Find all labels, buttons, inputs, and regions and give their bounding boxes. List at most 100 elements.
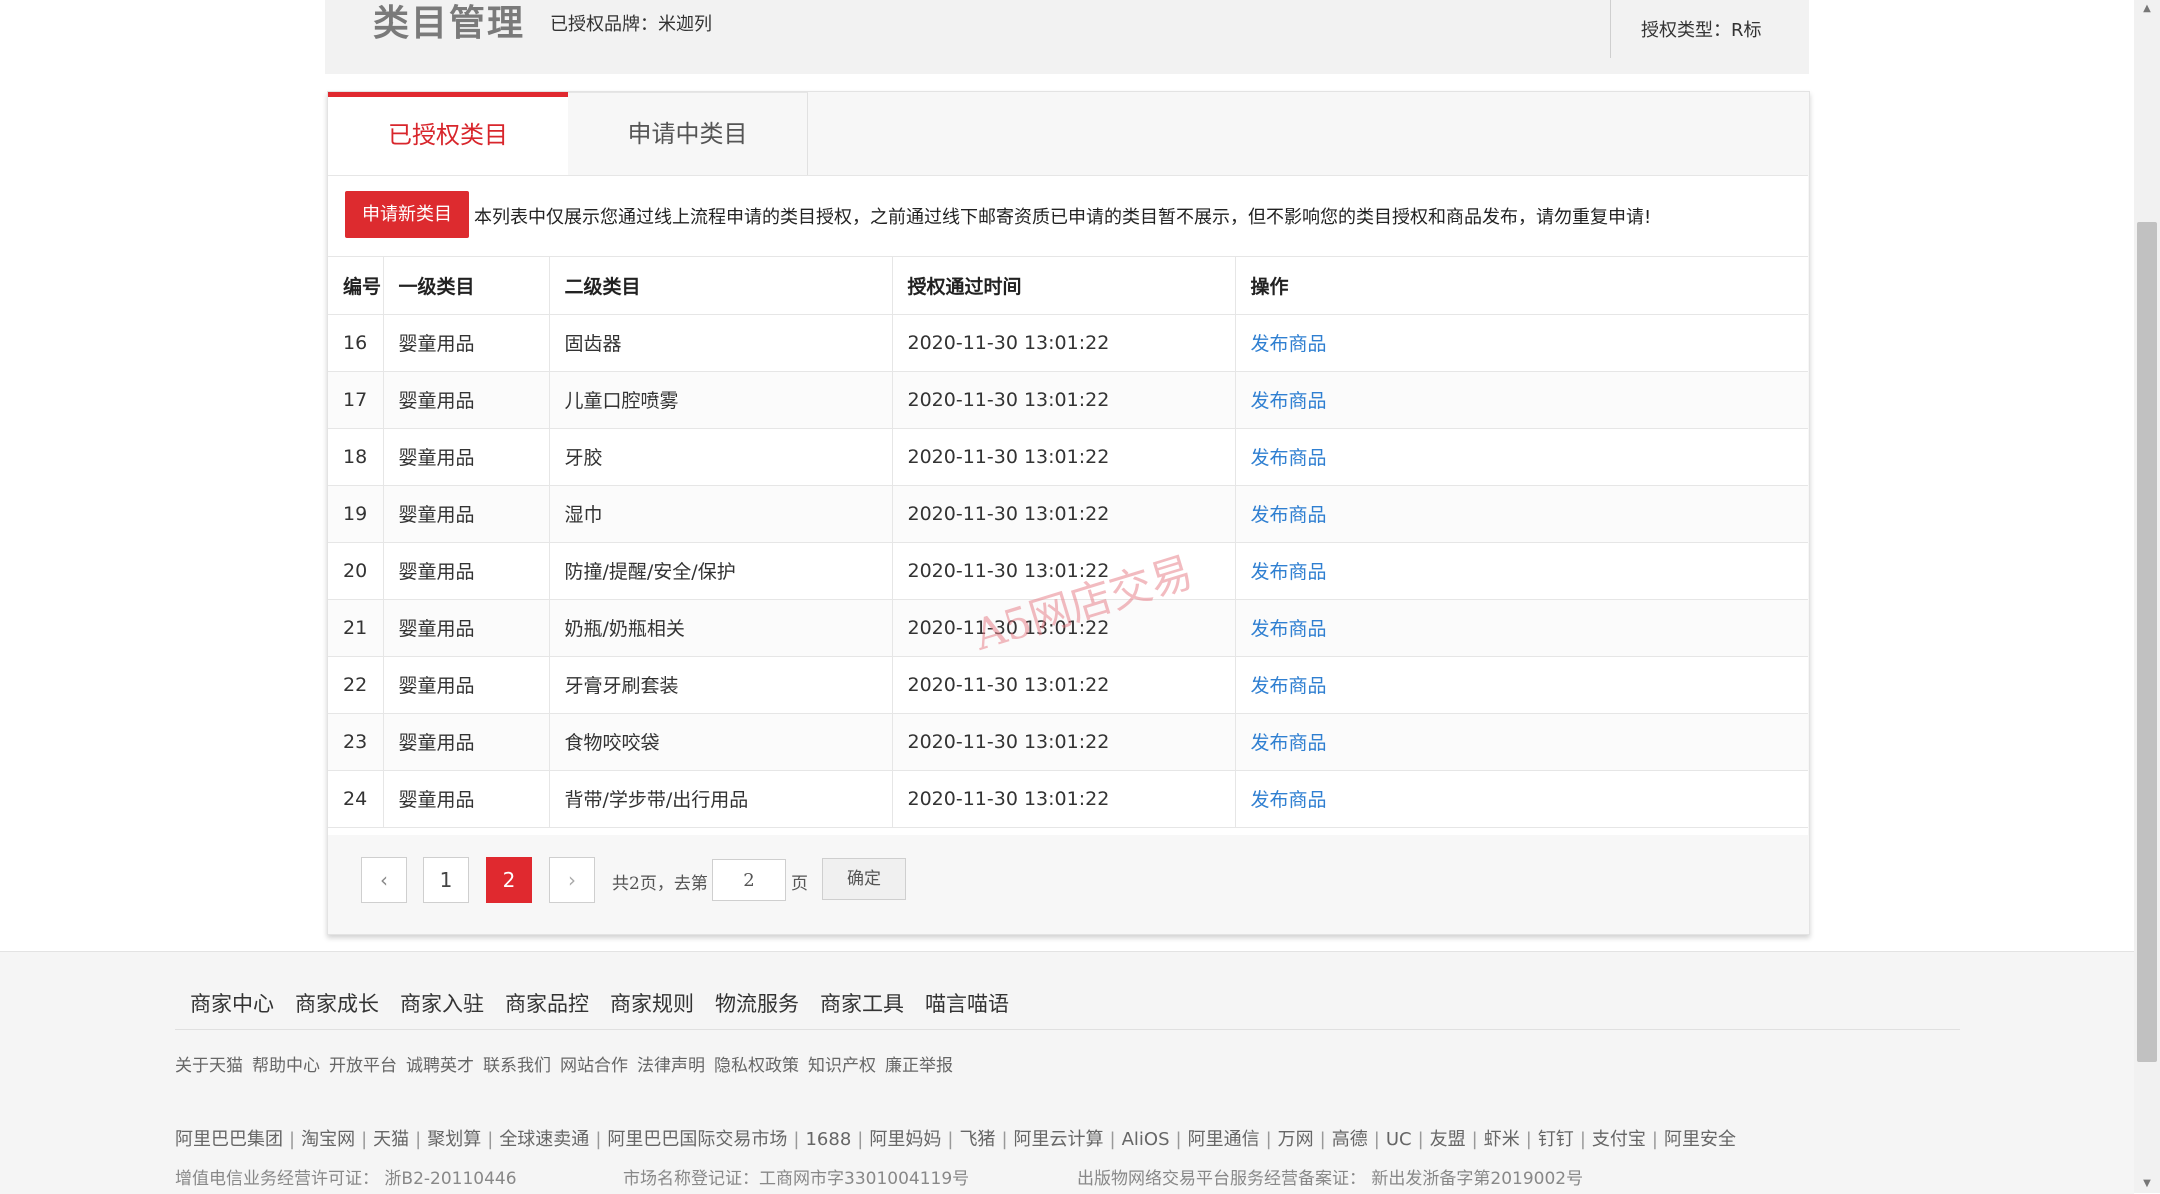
row-action-cell: 发布商品 xyxy=(1235,713,1808,771)
footer-license-publication: 出版物网络交易平台服务经营备案证： 新出发浙备字第2019002号 xyxy=(1077,1169,1584,1189)
footer-group-link[interactable]: 飞猪 xyxy=(959,1129,995,1150)
footer-group-link[interactable]: 支付宝 xyxy=(1592,1129,1646,1150)
footer-nav-item[interactable]: 商家中心 xyxy=(190,988,274,1018)
footer-nav-item[interactable]: 商家入驻 xyxy=(400,988,484,1018)
tab-pending-categories[interactable]: 申请中类目 xyxy=(568,92,808,175)
publish-product-link[interactable]: 发布商品 xyxy=(1251,333,1327,355)
footer-group-link[interactable]: 1688 xyxy=(805,1129,851,1150)
publish-product-link[interactable]: 发布商品 xyxy=(1251,561,1327,583)
page-title: 类目管理 xyxy=(373,3,526,44)
footer-separator: | xyxy=(415,1129,422,1150)
footer-group-link[interactable]: 阿里巴巴国际交易市场 xyxy=(607,1129,787,1150)
apply-new-category-button[interactable]: 申请新类目 xyxy=(345,191,469,238)
footer-link[interactable]: 网站合作 xyxy=(560,1051,628,1076)
page-2-button[interactable]: 2 xyxy=(486,857,532,903)
footer-link[interactable]: 知识产权 xyxy=(808,1051,876,1076)
footer-group-link[interactable]: 聚划算 xyxy=(427,1129,481,1150)
footer-nav-item[interactable]: 商家成长 xyxy=(295,988,379,1018)
row-category-level1: 婴童用品 xyxy=(383,542,550,600)
column-header-approved-time: 授权通过时间 xyxy=(892,257,1236,315)
footer-separator: | xyxy=(1651,1129,1658,1150)
footer-nav-item[interactable]: 物流服务 xyxy=(715,988,799,1018)
footer-group-link[interactable]: 钉钉 xyxy=(1538,1129,1574,1150)
footer-group-link[interactable]: 天猫 xyxy=(373,1129,409,1150)
footer-link[interactable]: 联系我们 xyxy=(483,1051,551,1076)
footer-group-links: 阿里巴巴集团 | 淘宝网 | 天猫 | 聚划算 | 全球速卖通 | 阿里巴巴国际交易市场 | 1688 |… xyxy=(175,1125,1736,1151)
row-action-cell: 发布商品 xyxy=(1235,314,1808,372)
scroll-thumb[interactable] xyxy=(2137,222,2157,1062)
footer-separator: | xyxy=(595,1129,602,1150)
footer-group-link[interactable]: 淘宝网 xyxy=(301,1129,355,1150)
row-category-level1: 婴童用品 xyxy=(383,713,550,771)
footer-group-link[interactable]: 阿里巴巴集团 xyxy=(175,1129,283,1150)
row-approved-time: 2020-11-30 13:01:22 xyxy=(892,770,1236,828)
footer-license-market: 市场名称登记证：工商网市字3301004119号 xyxy=(623,1169,970,1189)
row-category-level2: 牙膏牙刷套装 xyxy=(549,656,893,714)
footer-link[interactable]: 帮助中心 xyxy=(252,1051,320,1076)
publish-product-link[interactable]: 发布商品 xyxy=(1251,618,1327,640)
footer-group-link[interactable]: 万网 xyxy=(1278,1129,1314,1150)
tab-authorized-categories[interactable]: 已授权类目 xyxy=(328,92,568,175)
publish-product-link[interactable]: 发布商品 xyxy=(1251,732,1327,754)
footer-link[interactable]: 法律声明 xyxy=(637,1051,705,1076)
page-1-button[interactable]: 1 xyxy=(423,857,469,903)
goto-page-input[interactable] xyxy=(712,859,786,901)
footer-link[interactable]: 开放平台 xyxy=(329,1051,397,1076)
goto-confirm-button[interactable]: 确定 xyxy=(822,858,906,900)
total-pages-text: 共2页，去第 xyxy=(612,874,708,894)
footer-group-link[interactable]: 虾米 xyxy=(1484,1129,1520,1150)
notice-row: 申请新类目 本列表中仅展示您通过线上流程申请的类目授权，之前通过线下邮寄资质已申… xyxy=(328,176,1808,257)
row-id: 22 xyxy=(328,656,384,714)
prev-page-button[interactable]: ‹ xyxy=(361,857,407,903)
row-category-level2: 牙胶 xyxy=(549,428,893,486)
footer-group-link[interactable]: AliOS xyxy=(1122,1129,1170,1150)
footer-group-link[interactable]: 友盟 xyxy=(1430,1129,1466,1150)
publish-product-link[interactable]: 发布商品 xyxy=(1251,447,1327,469)
publish-product-link[interactable]: 发布商品 xyxy=(1251,390,1327,412)
footer-link[interactable]: 诚聘英才 xyxy=(406,1051,474,1076)
footer-group-link[interactable]: 阿里安全 xyxy=(1664,1129,1736,1150)
column-header-category-level2: 二级类目 xyxy=(549,257,893,315)
row-id: 23 xyxy=(328,713,384,771)
next-page-button[interactable]: › xyxy=(549,857,595,903)
footer-link[interactable]: 廉正举报 xyxy=(885,1051,953,1076)
footer: 商家中心 商家成长 商家入驻 商家品控 商家规则 物流服务 商家工具 喵言喵语 关于天猫 帮助中… xyxy=(0,951,2134,1194)
footer-link[interactable]: 关于天猫 xyxy=(175,1051,243,1076)
footer-link[interactable]: 隐私权政策 xyxy=(714,1051,799,1076)
footer-group-link[interactable]: 阿里通信 xyxy=(1188,1129,1260,1150)
scroll-up-icon[interactable]: ▲ xyxy=(2134,0,2160,18)
row-action-cell: 发布商品 xyxy=(1235,371,1808,429)
table-row: 17 婴童用品 儿童口腔喷雾 2020-11-30 13:01:22 发布商品 xyxy=(328,371,1808,429)
publish-product-link[interactable]: 发布商品 xyxy=(1251,504,1327,526)
footer-group-link[interactable]: 阿里云计算 xyxy=(1014,1129,1104,1150)
notice-text: 本列表中仅展示您通过线上流程申请的类目授权，之前通过线下邮寄资质已申请的类目暂不… xyxy=(474,207,1652,228)
footer-nav-item[interactable]: 商家品控 xyxy=(505,988,589,1018)
vertical-scrollbar[interactable]: ▲ ▼ xyxy=(2134,0,2160,1193)
publish-product-link[interactable]: 发布商品 xyxy=(1251,675,1327,697)
footer-nav-item[interactable]: 商家规则 xyxy=(610,988,694,1018)
publish-product-link[interactable]: 发布商品 xyxy=(1251,789,1327,811)
footer-separator: | xyxy=(1417,1129,1424,1150)
footer-nav-item[interactable]: 商家工具 xyxy=(820,988,904,1018)
footer-group-link[interactable]: 阿里妈妈 xyxy=(869,1129,941,1150)
row-action-cell: 发布商品 xyxy=(1235,542,1808,600)
row-id: 21 xyxy=(328,599,384,657)
column-header-category-level1: 一级类目 xyxy=(383,257,550,315)
table-row: 24 婴童用品 背带/学步带/出行用品 2020-11-30 13:01:22 发布商品 xyxy=(328,770,1808,828)
footer-group-link[interactable]: UC xyxy=(1386,1129,1412,1150)
row-category-level2: 固齿器 xyxy=(549,314,893,372)
footer-separator: | xyxy=(857,1129,864,1150)
footer-group-link[interactable]: 高德 xyxy=(1332,1129,1368,1150)
row-approved-time: 2020-11-30 13:01:22 xyxy=(892,371,1236,429)
footer-separator: | xyxy=(793,1129,800,1150)
row-approved-time: 2020-11-30 13:01:22 xyxy=(892,656,1236,714)
table-body: 16 婴童用品 固齿器 2020-11-30 13:01:22 发布商品 17 婴童用品 儿童… xyxy=(328,314,1808,828)
table-row: 23 婴童用品 食物咬咬袋 2020-11-30 13:01:22 发布商品 xyxy=(328,713,1808,771)
footer-nav-item[interactable]: 喵言喵语 xyxy=(925,988,1009,1018)
row-category-level1: 婴童用品 xyxy=(383,599,550,657)
column-header-id: 编号 xyxy=(328,257,384,315)
footer-group-link[interactable]: 全球速卖通 xyxy=(499,1129,589,1150)
footer-separator: | xyxy=(1525,1129,1532,1150)
scroll-down-icon[interactable]: ▼ xyxy=(2134,1175,2160,1193)
row-id: 20 xyxy=(328,542,384,600)
